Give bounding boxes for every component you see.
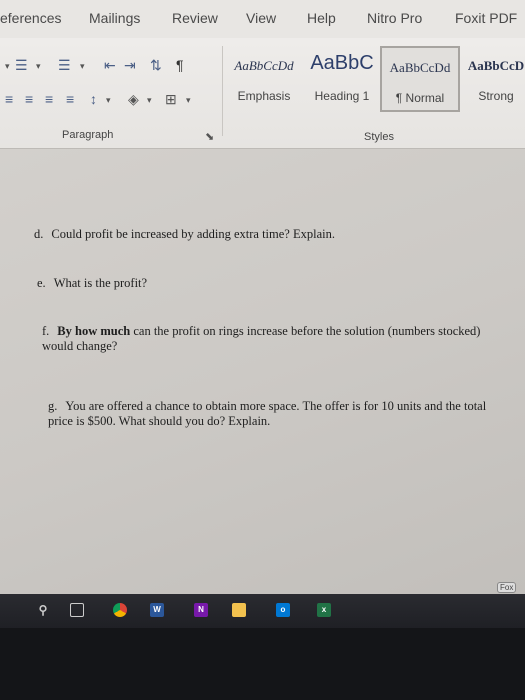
tab-review[interactable]: Review <box>172 10 218 26</box>
style-preview: AaBbC <box>310 52 374 74</box>
style-name: Strong <box>478 89 514 103</box>
chevron-down-icon[interactable]: ▾ <box>80 61 85 72</box>
question-text: You are offered a chance to obtain more … <box>48 399 487 428</box>
ribbon-tab-bar: eferences Mailings Review View Help Nitr… <box>0 0 525 38</box>
question-label: d. <box>34 227 44 241</box>
taskbar: ⚲ W N o x <box>0 594 525 628</box>
tab-nitro-pro[interactable]: Nitro Pro <box>367 10 422 26</box>
sort-icon[interactable]: ⇅ <box>150 58 162 72</box>
chevron-down-icon[interactable]: ▾ <box>36 61 41 72</box>
align-right-icon[interactable]: ≡ <box>45 92 53 106</box>
question-bold-text: By how much <box>57 324 131 338</box>
justify-icon[interactable]: ≡ <box>66 92 74 106</box>
style-strong[interactable]: AaBbCcD Strong <box>460 46 525 108</box>
style-preview: AaBbCcDd <box>389 60 451 75</box>
tab-foxit-pdf[interactable]: Foxit PDF <box>455 10 517 26</box>
chevron-down-icon[interactable]: ▾ <box>106 95 111 106</box>
question-label: e. <box>37 276 46 290</box>
style-preview: AaBbCcD <box>467 58 525 73</box>
screen: eferences Mailings Review View Help Nitr… <box>0 0 525 700</box>
tab-mailings[interactable]: Mailings <box>89 10 140 26</box>
style-preview: AaBbCcDd <box>234 58 294 73</box>
pin-icon[interactable]: ⚲ <box>36 603 50 617</box>
excel-icon[interactable]: x <box>317 603 331 617</box>
increase-indent-icon[interactable]: ⇥ <box>124 58 136 72</box>
question-e: e. What is the profit? <box>37 276 507 291</box>
file-explorer-icon[interactable] <box>232 603 246 617</box>
chrome-icon[interactable] <box>113 603 127 617</box>
style-name: Emphasis <box>237 89 291 103</box>
question-label: g. <box>48 399 58 413</box>
shading-icon[interactable]: ◈ <box>128 92 139 106</box>
tab-view[interactable]: View <box>246 10 276 26</box>
onenote-icon[interactable]: N <box>194 603 208 617</box>
align-center-icon[interactable]: ≡ <box>25 92 33 106</box>
task-view-icon[interactable] <box>70 603 84 617</box>
question-text: Could profit be increased by adding extr… <box>51 227 335 241</box>
tab-help[interactable]: Help <box>307 10 336 26</box>
paragraph-group-label: Paragraph <box>62 129 114 141</box>
chevron-down-icon[interactable]: ▾ <box>5 61 10 72</box>
tab-references[interactable]: eferences <box>0 10 61 26</box>
style-name: ¶ Normal <box>395 91 445 105</box>
word-icon[interactable]: W <box>150 603 164 617</box>
style-name: Heading 1 <box>314 89 370 103</box>
group-separator <box>222 46 223 136</box>
line-spacing-icon[interactable]: ↕ <box>90 92 97 106</box>
styles-group-label: Styles <box>364 131 394 143</box>
ribbon: ▾ ☰ ▾ ☰ ▾ ⇤ ⇥ ⇅ ¶ ≡ ≡ ≡ ≡ ↕ ▾ ◈ ▾ ⊞ ▾ Pa… <box>0 38 525 149</box>
pilcrow-icon[interactable]: ¶ <box>176 58 184 72</box>
question-text: What is the profit? <box>53 276 148 290</box>
question-f: f. By how much can the profit on rings in… <box>42 324 497 354</box>
numbering-icon[interactable]: ☰ <box>58 58 71 72</box>
question-label: f. <box>42 324 50 338</box>
chevron-down-icon[interactable]: ▾ <box>186 95 191 106</box>
outlook-icon[interactable]: o <box>276 603 290 617</box>
align-left-icon[interactable]: ≡ <box>5 92 13 106</box>
borders-icon[interactable]: ⊞ <box>165 92 177 106</box>
decrease-indent-icon[interactable]: ⇤ <box>104 58 116 72</box>
document-page[interactable]: d. Could profit be increased by adding ex… <box>0 149 525 594</box>
style-heading-1[interactable]: AaBbC Heading 1 <box>306 46 378 108</box>
style-emphasis[interactable]: AaBbCcDd Emphasis <box>226 46 302 108</box>
style-normal[interactable]: AaBbCcDd ¶ Normal <box>380 46 460 112</box>
chevron-down-icon[interactable]: ▾ <box>147 95 152 106</box>
desk-area <box>0 628 525 700</box>
dialog-launcher-icon[interactable]: ⬊ <box>205 130 214 144</box>
question-g: g. You are offered a chance to obtain mor… <box>48 399 503 429</box>
question-d: d. Could profit be increased by adding ex… <box>34 227 504 242</box>
foxit-corner-badge[interactable]: Fox <box>497 582 517 593</box>
bullets-icon[interactable]: ☰ <box>15 58 28 72</box>
